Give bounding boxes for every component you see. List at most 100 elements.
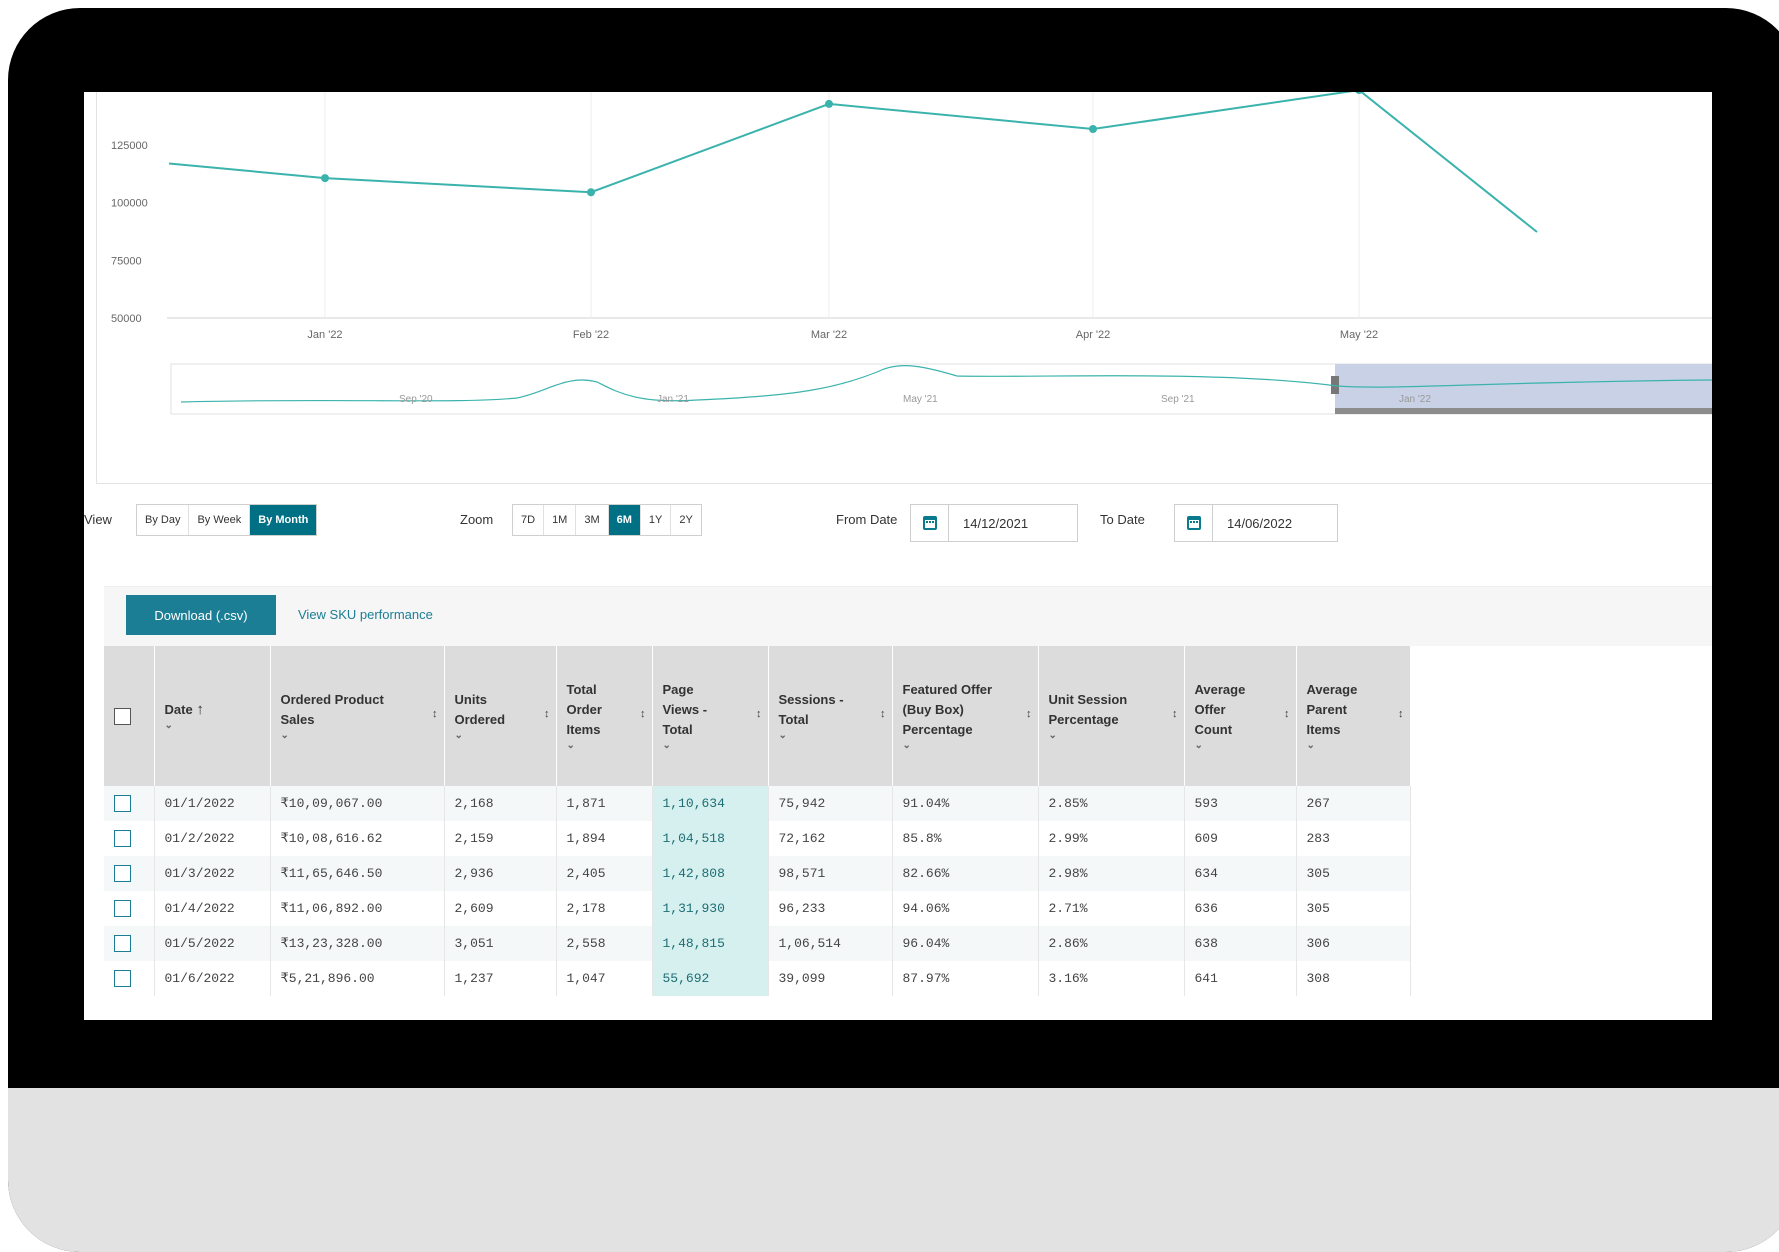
cell-sessions-total: 72,162 <box>768 821 893 856</box>
chevron-down-icon: ⌄ <box>454 730 463 741</box>
col-featured-offer-percentage[interactable]: Featured Offer (Buy Box) Percentage ⌄ ↕ <box>892 646 1039 786</box>
x-tick-label: Jan '22 <box>307 329 342 341</box>
col-unit-session-percentage[interactable]: Unit Session Percentage ⌄ ↕ <box>1038 646 1185 786</box>
cell-ordered-product-sales: ₹10,08,616.62 <box>270 821 445 856</box>
col-header-label: Units Ordered <box>454 692 506 727</box>
col-header-label: Sessions - Total <box>778 692 844 727</box>
cell-average-offer-count: 609 <box>1184 821 1297 856</box>
sort-icon[interactable]: ↕ <box>880 708 886 720</box>
screen: 125000 100000 75000 50000 Jan '22 Feb '22 Mar … <box>84 92 1712 1020</box>
col-units-ordered[interactable]: Units Ordered ⌄ ↕ <box>444 646 557 786</box>
cell-total-order-items: 1,871 <box>556 786 653 821</box>
navigator-tick-label: Sep '21 <box>1161 394 1195 405</box>
chevron-down-icon: ⌄ <box>778 730 787 741</box>
col-average-parent-items[interactable]: Average Parent Items ⌄ ↕ <box>1296 646 1411 786</box>
download-csv-button[interactable]: Download (.csv) <box>126 595 276 635</box>
chevron-down-icon: ⌄ <box>164 720 173 731</box>
zoom-6m-button[interactable]: 6M <box>608 505 641 535</box>
chevron-down-icon: ⌄ <box>662 740 671 751</box>
view-sku-performance-link[interactable]: View SKU performance <box>298 607 433 622</box>
data-point <box>1089 125 1097 134</box>
business-report-table: Date ↑ ⌄ Ordered Product Sales ⌄ ↕ Units… <box>104 646 1411 996</box>
from-date-value: 14/12/2021 <box>963 515 1029 531</box>
to-calendar-button[interactable] <box>1175 505 1213 541</box>
sort-icon[interactable]: ↕ <box>1284 708 1290 720</box>
to-date-field[interactable]: 14/06/2022 <box>1174 504 1338 542</box>
cell-sessions-total: 75,942 <box>768 786 893 821</box>
cell-unit-session-percentage: 2.86% <box>1038 926 1185 961</box>
cell-total-order-items: 1,047 <box>556 961 653 996</box>
cell-average-parent-items: 267 <box>1296 786 1411 821</box>
cell-featured-offer-percentage: 91.04% <box>892 786 1039 821</box>
row-checkbox[interactable] <box>114 900 131 917</box>
sort-icon[interactable]: ↕ <box>544 708 550 720</box>
x-tick-label: May '22 <box>1340 329 1378 341</box>
chart-svg: 125000 100000 75000 50000 Jan '22 Feb '22 Mar … <box>111 92 1712 415</box>
cell-average-offer-count: 638 <box>1184 926 1297 961</box>
cell-units-ordered: 3,051 <box>444 926 557 961</box>
cell-ordered-product-sales: ₹11,65,646.50 <box>270 856 445 891</box>
chevron-down-icon: ⌄ <box>280 730 289 741</box>
data-point <box>321 174 329 183</box>
cell-units-ordered: 2,609 <box>444 891 557 926</box>
sort-icon[interactable]: ↕ <box>1398 708 1404 720</box>
zoom-1m-button[interactable]: 1M <box>544 505 577 535</box>
sort-icon[interactable]: ↕ <box>1172 708 1178 720</box>
col-average-offer-count[interactable]: Average Offer Count ⌄ ↕ <box>1184 646 1297 786</box>
zoom-7d-button[interactable]: 7D <box>513 505 545 535</box>
col-page-views-total[interactable]: Page Views - Total ⌄ ↕ <box>652 646 769 786</box>
cell-unit-session-percentage: 3.16% <box>1038 961 1185 996</box>
row-checkbox[interactable] <box>114 970 131 987</box>
cell-average-offer-count: 593 <box>1184 786 1297 821</box>
table-row: 01/6/2022 ₹5,21,896.00 1,237 1,047 55,69… <box>104 961 1411 996</box>
to-date-value: 14/06/2022 <box>1227 515 1293 531</box>
view-label: View <box>84 512 112 527</box>
cell-sessions-total: 96,233 <box>768 891 893 926</box>
from-date-field[interactable]: 14/12/2021 <box>910 504 1078 542</box>
col-header-label: Average Offer Count <box>1194 682 1246 737</box>
cell-page-views-total: 1,48,815 <box>652 926 769 961</box>
view-by-week-button[interactable]: By Week <box>189 505 251 535</box>
cell-date: 01/5/2022 <box>154 926 271 961</box>
zoom-2y-button[interactable]: 2Y <box>671 505 701 535</box>
row-select-cell <box>104 891 155 926</box>
cell-page-views-total: 1,31,930 <box>652 891 769 926</box>
row-checkbox[interactable] <box>114 865 131 882</box>
cell-ordered-product-sales: ₹10,09,067.00 <box>270 786 445 821</box>
cell-date: 01/4/2022 <box>154 891 271 926</box>
cell-sessions-total: 98,571 <box>768 856 893 891</box>
cell-unit-session-percentage: 2.71% <box>1038 891 1185 926</box>
col-ordered-product-sales[interactable]: Ordered Product Sales ⌄ ↕ <box>270 646 445 786</box>
table-row: 01/3/2022 ₹11,65,646.50 2,936 2,405 1,42… <box>104 856 1411 891</box>
row-checkbox[interactable] <box>114 935 131 952</box>
table-row: 01/4/2022 ₹11,06,892.00 2,609 2,178 1,31… <box>104 891 1411 926</box>
sort-icon[interactable]: ↕ <box>640 708 646 720</box>
cell-unit-session-percentage: 2.85% <box>1038 786 1185 821</box>
from-calendar-button[interactable] <box>911 505 949 541</box>
navigator-selection <box>1335 364 1712 414</box>
cell-total-order-items: 2,405 <box>556 856 653 891</box>
cell-page-views-total: 1,42,808 <box>652 856 769 891</box>
chevron-down-icon: ⌄ <box>1194 740 1203 751</box>
row-checkbox[interactable] <box>114 830 131 847</box>
col-header-label: Total Order Items <box>566 682 602 737</box>
select-all-checkbox[interactable] <box>114 707 131 725</box>
col-total-order-items[interactable]: Total Order Items ⌄ ↕ <box>556 646 653 786</box>
sort-icon[interactable]: ↕ <box>1026 708 1032 720</box>
col-header-label: Ordered Product Sales <box>280 692 384 727</box>
view-by-day-button[interactable]: By Day <box>137 505 190 535</box>
sort-icon[interactable]: ↕ <box>432 708 438 720</box>
navigator-tick-label: Sep '20 <box>399 394 433 405</box>
zoom-3m-button[interactable]: 3M <box>576 505 609 535</box>
sort-icon[interactable]: ↕ <box>756 708 762 720</box>
x-tick-label: Apr '22 <box>1076 329 1111 341</box>
zoom-1y-button[interactable]: 1Y <box>640 505 672 535</box>
cell-average-parent-items: 305 <box>1296 856 1411 891</box>
col-sessions-total[interactable]: Sessions - Total ⌄ ↕ <box>768 646 893 786</box>
row-checkbox[interactable] <box>114 795 131 812</box>
view-by-month-button[interactable]: By Month <box>250 505 317 535</box>
cell-ordered-product-sales: ₹5,21,896.00 <box>270 961 445 996</box>
data-point <box>587 188 595 197</box>
chevron-down-icon: ⌄ <box>1048 730 1057 741</box>
col-date[interactable]: Date ↑ ⌄ <box>154 646 271 786</box>
